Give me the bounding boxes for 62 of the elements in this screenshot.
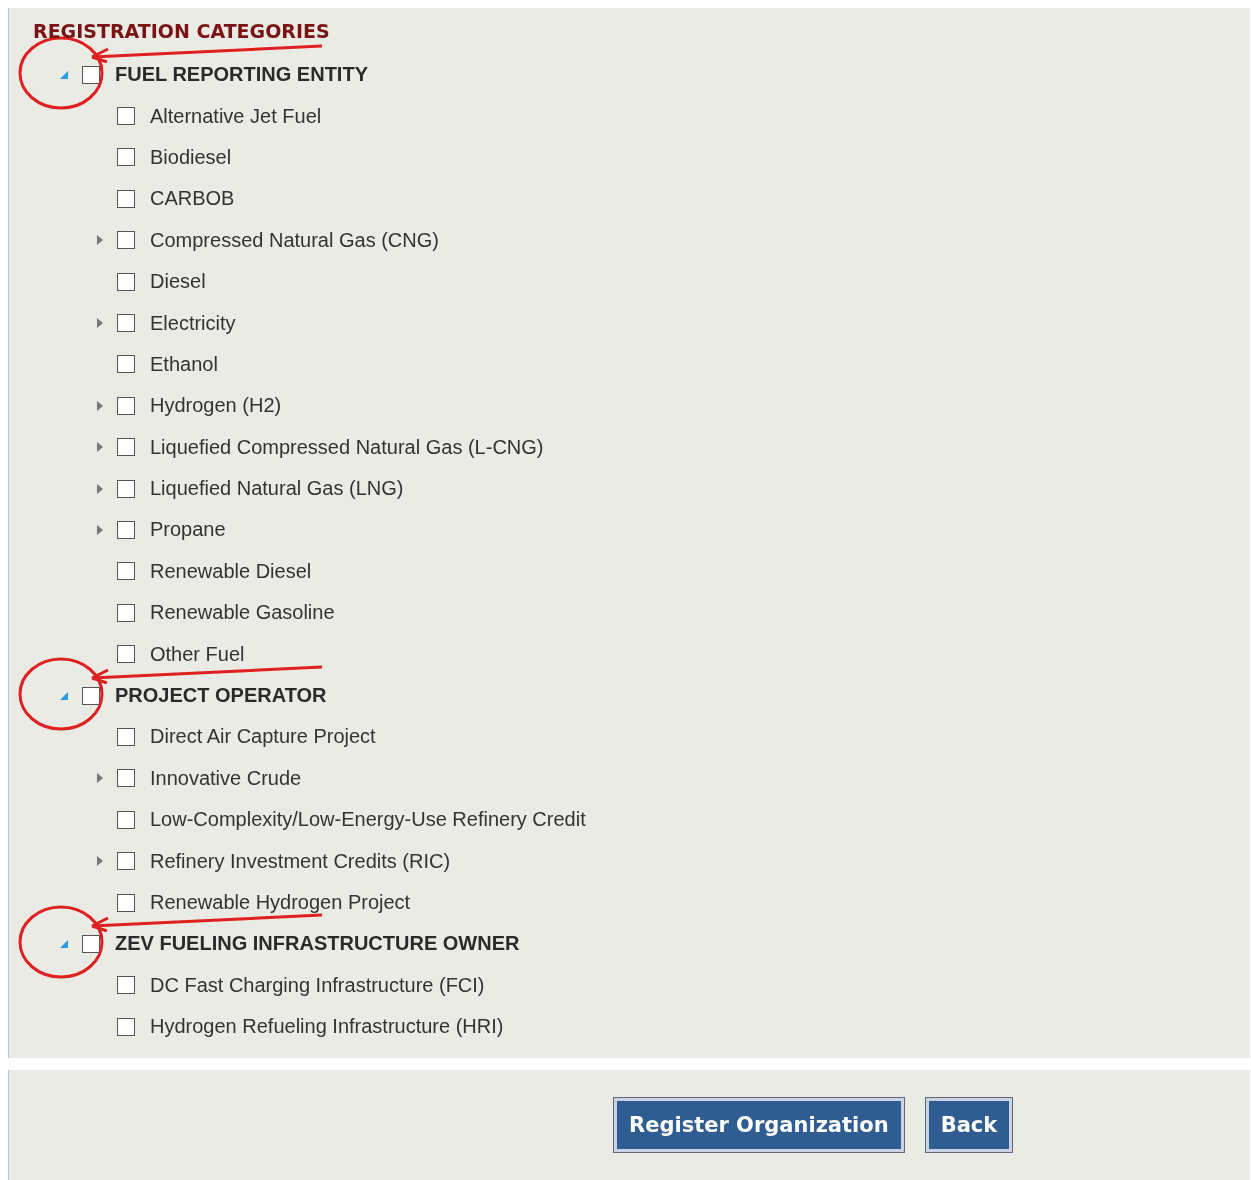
- checkbox[interactable]: [117, 231, 135, 250]
- subcategory-label: Direct Air Capture Project: [150, 725, 376, 749]
- collapsed-triangle-icon[interactable]: [96, 483, 104, 494]
- category-label: PROJECT OPERATOR: [115, 684, 327, 708]
- subcategory-label: Ethanol: [150, 352, 218, 376]
- checkbox[interactable]: [117, 355, 135, 374]
- subcategory-label: Alternative Jet Fuel: [150, 104, 322, 128]
- collapsed-triangle-icon[interactable]: [96, 856, 104, 867]
- checkbox[interactable]: [117, 396, 135, 415]
- subcategory-label: Hydrogen Refueling Infrastructure (HRI): [150, 1015, 504, 1039]
- subcategory-label: Diesel: [150, 270, 206, 294]
- subcategory-label: Hydrogen (H2): [150, 394, 282, 418]
- collapsed-triangle-icon[interactable]: [96, 235, 104, 246]
- checkbox[interactable]: [117, 645, 135, 664]
- expanded-triangle-icon[interactable]: [59, 690, 69, 701]
- checkbox[interactable]: [117, 479, 135, 498]
- category-label: ZEV FUELING INFRASTRUCTURE OWNER: [115, 932, 520, 956]
- expanded-triangle-icon[interactable]: [59, 69, 69, 80]
- checkbox[interactable]: [117, 107, 135, 126]
- collapsed-triangle-icon[interactable]: [96, 442, 104, 453]
- expanded-triangle-icon[interactable]: [59, 938, 69, 949]
- collapsed-triangle-icon[interactable]: [96, 773, 104, 784]
- subcategory-label: Liquefied Natural Gas (LNG): [150, 477, 404, 501]
- subcategory-label: Propane: [150, 518, 226, 542]
- checkbox[interactable]: [117, 189, 135, 208]
- action-button[interactable]: Register Organization: [614, 1098, 904, 1152]
- subcategory-label: Refinery Investment Credits (RIC): [150, 849, 451, 873]
- action-button[interactable]: Back: [925, 1098, 1013, 1152]
- subcategory-label: Innovative Crude: [150, 766, 302, 790]
- subcategory-label: Renewable Hydrogen Project: [150, 891, 411, 914]
- subcategory-label: Electricity: [150, 311, 236, 335]
- subcategory-label: Renewable Diesel: [150, 559, 312, 583]
- checkbox[interactable]: [117, 769, 135, 788]
- collapsed-triangle-icon[interactable]: [96, 525, 104, 535]
- checkbox[interactable]: [117, 603, 135, 622]
- checkbox[interactable]: [117, 852, 135, 871]
- checkbox[interactable]: [117, 272, 135, 291]
- checkbox[interactable]: [117, 314, 135, 333]
- category-label: FUEL REPORTING ENTITY: [115, 63, 368, 87]
- collapsed-triangle-icon[interactable]: [96, 318, 104, 329]
- section-title: REGISTRATION CATEGORIES: [33, 20, 330, 44]
- checkbox[interactable]: [117, 438, 135, 457]
- checkbox[interactable]: [117, 727, 135, 746]
- checkbox[interactable]: [117, 1017, 135, 1036]
- checkbox[interactable]: [117, 148, 135, 167]
- collapsed-triangle-icon[interactable]: [96, 400, 104, 411]
- checkbox[interactable]: [117, 521, 135, 539]
- subcategory-label: Biodiesel: [150, 145, 232, 169]
- checkbox[interactable]: [117, 810, 135, 829]
- checkbox[interactable]: [117, 976, 135, 995]
- subcategory-label: Other Fuel: [150, 642, 245, 666]
- checkbox[interactable]: [82, 934, 100, 953]
- checkbox[interactable]: [82, 65, 100, 84]
- checkbox[interactable]: [117, 562, 135, 581]
- subcategory-label: CARBOB: [150, 187, 235, 211]
- checkbox[interactable]: [117, 893, 135, 912]
- subcategory-label: Liquefied Compressed Natural Gas (L-CNG): [150, 435, 544, 459]
- checkbox[interactable]: [82, 686, 100, 705]
- subcategory-label: Low-Complexity/Low-Energy-Use Refinery Credit: [150, 808, 586, 832]
- subcategory-label: Compressed Natural Gas (CNG): [150, 228, 439, 252]
- subcategory-label: Renewable Gasoline: [150, 601, 335, 625]
- subcategory-label: DC Fast Charging Infrastructure (FCI): [150, 973, 485, 997]
